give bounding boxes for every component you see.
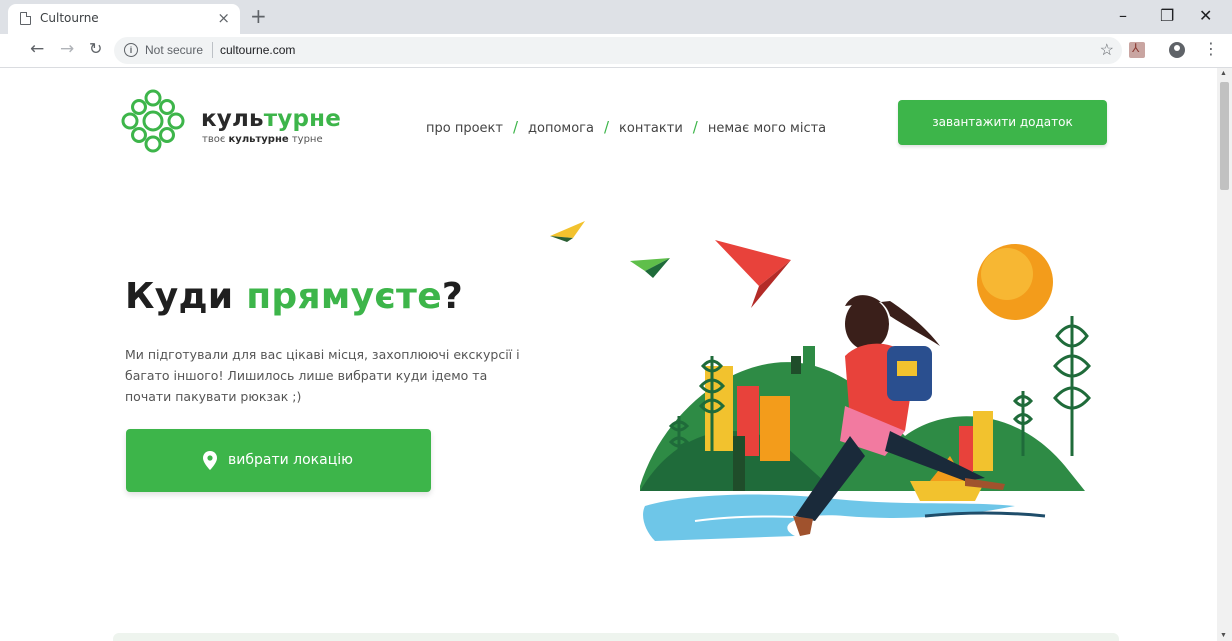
- building: [791, 356, 801, 374]
- security-label: Not secure: [145, 43, 204, 57]
- building: [733, 436, 745, 491]
- tagline: твоє культурне турне: [202, 134, 323, 145]
- nav-separator: /: [692, 118, 698, 136]
- scroll-down-arrow-icon[interactable]: ▼: [1220, 632, 1227, 639]
- sun-highlight: [981, 248, 1033, 300]
- page-icon: [20, 12, 31, 25]
- cultourne-logo-icon[interactable]: [120, 88, 186, 154]
- browser-tab[interactable]: Cultourne ×: [8, 4, 240, 34]
- extension-icon[interactable]: [1129, 41, 1145, 58]
- hero-title: Куди прямуєте?: [125, 276, 463, 317]
- profile-icon[interactable]: [1169, 42, 1185, 58]
- building: [973, 411, 993, 471]
- brand-part-dark: куль: [201, 106, 264, 132]
- restore-button[interactable]: ❐: [1160, 6, 1174, 25]
- browser-toolbar: ← → ↻ i Not secure cultourne.com ☆ ⋮: [0, 34, 1232, 68]
- hero-title-accent: прямуєте: [246, 276, 442, 317]
- hero-title-main: Куди: [125, 276, 247, 317]
- main-nav: про проект / допомога / контакти / немає мого …: [426, 118, 826, 136]
- nav-separator: /: [512, 118, 519, 136]
- menu-icon[interactable]: ⋮: [1203, 39, 1219, 58]
- building: [760, 396, 790, 461]
- paper-plane-yellow-icon: [550, 221, 585, 238]
- water-line: [924, 511, 1046, 518]
- scroll-thumb[interactable]: [1220, 82, 1229, 190]
- hero-illustration: [550, 221, 1091, 541]
- close-window-button[interactable]: ✕: [1199, 6, 1212, 25]
- divider: [212, 42, 213, 58]
- hero-description: Ми підготували для вас цікаві місця, зах…: [125, 347, 520, 404]
- tab-title: Cultourne: [40, 11, 99, 25]
- reload-icon[interactable]: ↻: [89, 39, 102, 58]
- paper-plane-red-icon: [715, 240, 791, 286]
- page-scrollbar[interactable]: ▲ ▼: [1217, 68, 1232, 641]
- browser-tabstrip: Cultourne × + – ❐ ✕: [0, 0, 1232, 34]
- nav-link-help[interactable]: допомога: [528, 121, 594, 136]
- address-bar[interactable]: i Not secure cultourne.com ☆: [114, 37, 1122, 64]
- forward-arrow-icon[interactable]: →: [60, 39, 74, 59]
- building: [803, 346, 815, 374]
- nav-separator: /: [603, 118, 610, 136]
- bookmark-star-icon[interactable]: ☆: [1100, 40, 1114, 60]
- tagline-pre: твоє: [202, 134, 229, 145]
- choose-location-label: вибрати локацію: [228, 452, 353, 468]
- nav-link-contacts[interactable]: контакти: [619, 121, 683, 136]
- map-pin-icon: [203, 451, 217, 470]
- nav-link-about[interactable]: про проект: [426, 121, 503, 136]
- back-arrow-icon[interactable]: ←: [30, 39, 44, 59]
- info-icon[interactable]: i: [124, 43, 138, 57]
- new-tab-button[interactable]: +: [250, 4, 267, 28]
- download-app-button[interactable]: завантажити додаток: [898, 100, 1107, 145]
- url-text[interactable]: cultourne.com: [220, 43, 295, 57]
- page-content: культурне твоє культурне турне про проек…: [0, 68, 1217, 641]
- nav-link-no-city[interactable]: немає мого міста: [708, 121, 826, 136]
- choose-location-button[interactable]: вибрати локацію: [126, 429, 431, 492]
- brand-name[interactable]: культурне: [201, 106, 341, 132]
- minimize-button[interactable]: –: [1119, 6, 1127, 25]
- tagline-post: турне: [288, 134, 323, 145]
- tree-right: [1053, 316, 1091, 456]
- tagline-bold: культурне: [228, 134, 289, 145]
- brand-part-green: турне: [263, 106, 342, 132]
- next-section-edge: [113, 633, 1119, 641]
- scroll-up-arrow-icon[interactable]: ▲: [1220, 70, 1227, 77]
- hero-title-end: ?: [441, 276, 464, 317]
- tab-close-icon[interactable]: ×: [217, 9, 230, 27]
